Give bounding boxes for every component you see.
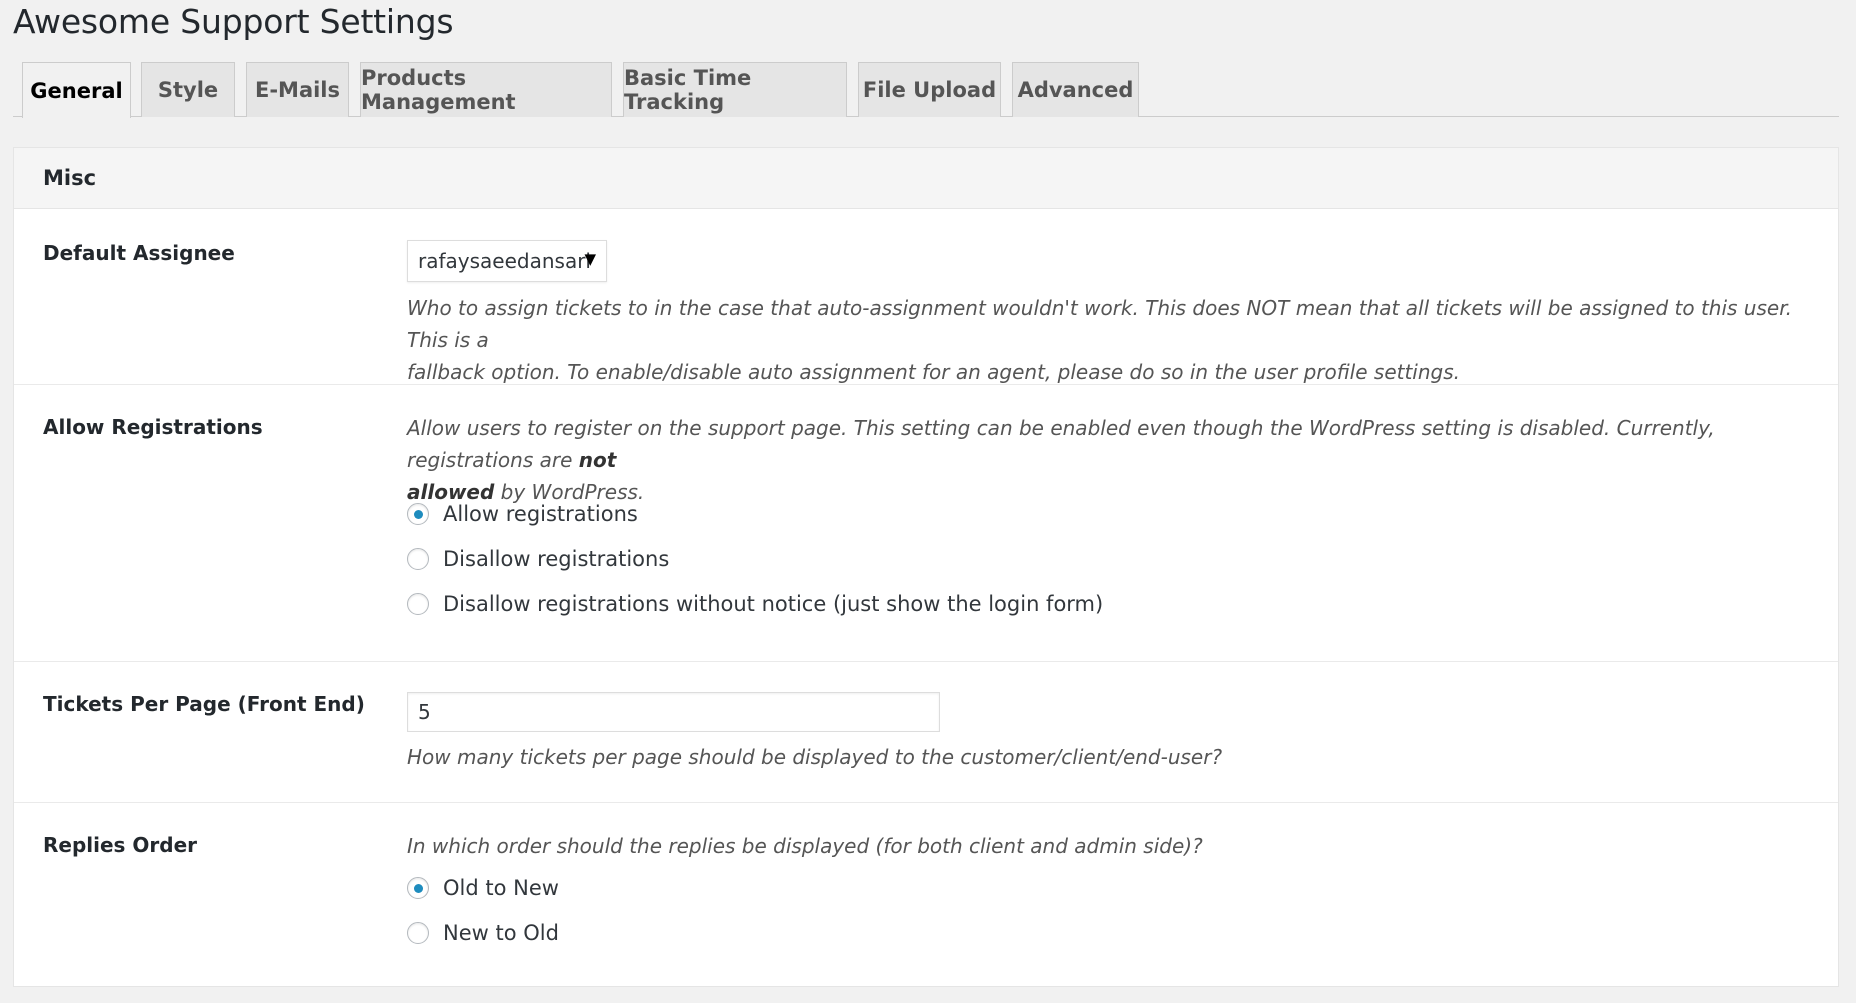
default-assignee-value: rafaysaeedansari [418,249,591,273]
allow-registrations-label: Allow Registrations [43,415,263,439]
row-default-assignee: Default Assignee rafaysaeedansari ▼ Who … [14,209,1838,385]
default-assignee-description: Who to assign tickets to in the case tha… [407,292,1807,388]
radio-checked-icon [407,503,429,525]
allow-registrations-desc-line1: Allow users to register on the support p… [407,416,1715,472]
tab-style[interactable]: Style [141,62,235,117]
radio-label: Allow registrations [443,502,638,526]
radio-old-to-new[interactable]: Old to New [407,873,559,903]
tickets-per-page-label: Tickets Per Page (Front End) [43,692,365,716]
row-tickets-per-page: Tickets Per Page (Front End) 5 How many … [14,662,1838,803]
radio-disallow-registrations[interactable]: Disallow registrations [407,544,669,574]
radio-disallow-registrations-silent[interactable]: Disallow registrations without notice (j… [407,589,1103,619]
settings-panel: Misc Default Assignee rafaysaeedansari ▼… [13,147,1839,987]
default-assignee-label: Default Assignee [43,241,235,265]
radio-unchecked-icon [407,548,429,570]
radio-unchecked-icon [407,593,429,615]
radio-unchecked-icon [407,922,429,944]
tab-basic-time-tracking[interactable]: Basic Time Tracking [623,62,847,117]
radio-label: Disallow registrations [443,547,670,571]
tab-products-management[interactable]: Products Management [360,62,612,117]
radio-checked-icon [407,877,429,899]
section-title: Misc [43,166,97,190]
tab-emails[interactable]: E-Mails [246,62,349,117]
replies-order-description: In which order should the replies be dis… [407,834,1203,858]
default-assignee-desc-line2: fallback option. To enable/disable auto … [407,360,1461,384]
tickets-per-page-input[interactable]: 5 [407,692,940,732]
radio-label: Old to New [443,876,559,900]
tab-general[interactable]: General [22,62,131,118]
tickets-per-page-description: How many tickets per page should be disp… [407,745,1223,769]
dropdown-arrow-icon: ▼ [584,250,596,268]
radio-label: Disallow registrations without notice (j… [443,592,1104,616]
page-title: Awesome Support Settings [13,2,454,41]
settings-tabs: General Style E-Mails Products Managemen… [13,62,1839,118]
allow-registrations-description: Allow users to register on the support p… [407,412,1807,508]
tab-file-upload[interactable]: File Upload [858,62,1001,117]
radio-label: New to Old [443,921,559,945]
radio-new-to-old[interactable]: New to Old [407,918,559,948]
row-allow-registrations: Allow Registrations Allow users to regis… [14,385,1838,662]
radio-allow-registrations[interactable]: Allow registrations [407,499,638,529]
default-assignee-select[interactable]: rafaysaeedansari ▼ [407,240,607,282]
replies-order-label: Replies Order [43,833,198,857]
tab-advanced[interactable]: Advanced [1012,62,1139,117]
default-assignee-desc-line1: Who to assign tickets to in the case tha… [407,296,1792,352]
row-replies-order: Replies Order In which order should the … [14,803,1838,1003]
section-header: Misc [14,148,1838,209]
